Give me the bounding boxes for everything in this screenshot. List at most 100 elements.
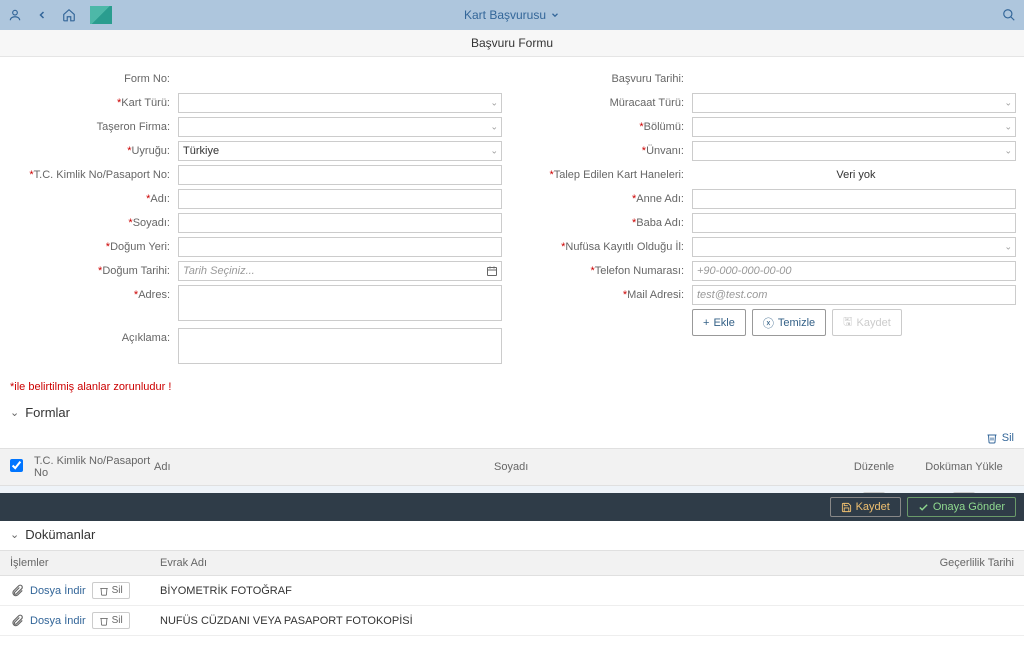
cell-evrak: BİYOMETRİK FOTOĞRAF <box>160 585 894 597</box>
select-all-checkbox[interactable] <box>10 459 23 472</box>
table-row: Dosya İndir Sil NUFÜS CÜZDANI VEYA PASAP… <box>0 606 1024 636</box>
sub-header: Başvuru Formu <box>0 30 1024 57</box>
trash-icon <box>986 432 998 444</box>
chevron-down-icon: ⌄ <box>10 528 19 541</box>
trash-icon <box>99 586 109 596</box>
back-icon[interactable] <box>36 9 48 21</box>
label-kart-turu: *Kart Türü: <box>8 93 178 113</box>
label-soyadi: *Soyadı: <box>8 213 178 233</box>
form-area: Form No: *Kart Türü:⌄ Taşeron Firma:⌄ *U… <box>0 57 1024 377</box>
ekle-button[interactable]: +Ekle <box>692 309 746 336</box>
mandatory-note: *ile belirtilmiş alanlar zorunludur ! <box>0 377 1024 397</box>
page-title-dropdown[interactable]: Kart Başvurusu <box>464 8 560 22</box>
save-icon <box>841 502 852 513</box>
formlar-table-header: T.C. Kimlik No/Pasaport No Adı Soyadı Dü… <box>0 448 1024 486</box>
label-taseron: Taşeron Firma: <box>8 117 178 137</box>
sil-button[interactable]: Sil <box>986 432 1014 444</box>
col-evrak: Evrak Adı <box>160 557 894 569</box>
label-anne: *Anne Adı: <box>522 189 692 209</box>
save-icon: 🖫 <box>843 313 852 332</box>
dogum-yeri-input[interactable] <box>178 237 502 257</box>
label-form-no: Form No: <box>8 69 178 89</box>
formlar-toolbar: Sil <box>0 428 1024 448</box>
talep-value: Veri yok <box>692 165 1016 185</box>
topbar-left <box>8 6 112 24</box>
table-row: Dosya İndir Sil BİYOMETRİK FOTOĞRAF <box>0 576 1024 606</box>
search-icon[interactable] <box>1002 8 1016 22</box>
dosya-indir-link[interactable]: Dosya İndir <box>30 585 86 597</box>
unvani-select[interactable] <box>692 141 1016 161</box>
form-left-column: Form No: *Kart Türü:⌄ Taşeron Firma:⌄ *U… <box>8 69 502 371</box>
dogum-tarihi-input[interactable] <box>178 261 502 281</box>
adres-textarea[interactable] <box>178 285 502 321</box>
label-unvani: *Ünvanı: <box>522 141 692 161</box>
col-soyadi: Soyadı <box>494 461 834 473</box>
chevron-down-icon: ⌄ <box>10 406 19 419</box>
label-adi: *Adı: <box>8 189 178 209</box>
label-basvuru-tarihi: Başvuru Tarihi: <box>522 69 692 89</box>
label-nufus: *Nufüsa Kayıtlı Olduğu İl: <box>522 237 692 257</box>
kart-turu-select[interactable] <box>178 93 502 113</box>
label-telefon: *Telefon Numarası: <box>522 261 692 281</box>
label-baba: *Baba Adı: <box>522 213 692 233</box>
chevron-down-icon <box>550 10 560 20</box>
baba-input[interactable] <box>692 213 1016 233</box>
clear-icon: ⓧ <box>763 315 774 331</box>
temizle-button[interactable]: ⓧTemizle <box>752 309 826 336</box>
cell-evrak: NUFÜS CÜZDANI VEYA PASAPORT FOTOKOPİSİ <box>160 615 894 627</box>
section-dokumanlar-title: Dokümanlar <box>25 527 95 542</box>
form-right-column: Başvuru Tarihi: Müracaat Türü:⌄ *Bölümü:… <box>522 69 1016 371</box>
attachment-icon <box>10 614 24 628</box>
label-mail: *Mail Adresi: <box>522 285 692 305</box>
sil-row-button[interactable]: Sil <box>92 612 130 629</box>
col-tc: T.C. Kimlik No/Pasaport No <box>34 455 154 479</box>
soyadi-input[interactable] <box>178 213 502 233</box>
mail-input[interactable] <box>692 285 1016 305</box>
label-aciklama: Açıklama: <box>8 328 178 348</box>
plus-icon: + <box>703 317 709 329</box>
label-tckimlik: *T.C. Kimlik No/Pasaport No: <box>8 165 178 185</box>
page-title-text: Kart Başvurusu <box>464 8 546 22</box>
label-dogum-tarihi: *Doğum Tarihi: <box>8 261 178 281</box>
attachment-icon <box>10 584 24 598</box>
telefon-input[interactable] <box>692 261 1016 281</box>
section-dokumanlar[interactable]: ⌄ Dokümanlar <box>0 519 1024 550</box>
top-bar: Kart Başvurusu <box>0 0 1024 30</box>
section-formlar-title: Formlar <box>25 405 70 420</box>
tc-input[interactable] <box>178 165 502 185</box>
col-adi: Adı <box>154 461 494 473</box>
label-bolumu: *Bölümü: <box>522 117 692 137</box>
app-logo <box>90 6 112 24</box>
label-muracaat: Müracaat Türü: <box>522 93 692 113</box>
form-button-row: +Ekle ⓧTemizle 🖫Kaydet <box>522 309 1016 336</box>
label-uyrugu: *Uyruğu: <box>8 141 178 161</box>
topbar-right <box>1002 8 1016 22</box>
anne-input[interactable] <box>692 189 1016 209</box>
footer-kaydet-button[interactable]: Kaydet <box>830 497 901 517</box>
col-gecerlilik: Geçerlilik Tarihi <box>894 557 1014 569</box>
footer-onaya-gonder-button[interactable]: Onaya Gönder <box>907 497 1016 517</box>
nufus-select[interactable] <box>692 237 1016 257</box>
uyrugu-select[interactable] <box>178 141 502 161</box>
col-duzenle: Düzenle <box>834 461 914 473</box>
dokumanlar-table-header: İşlemler Evrak Adı Geçerlilik Tarihi <box>0 550 1024 576</box>
dosya-indir-link[interactable]: Dosya İndir <box>30 615 86 627</box>
label-dogum-yeri: *Doğum Yeri: <box>8 237 178 257</box>
sil-row-button[interactable]: Sil <box>92 582 130 599</box>
trash-icon <box>99 616 109 626</box>
adi-input[interactable] <box>178 189 502 209</box>
bolumu-select[interactable] <box>692 117 1016 137</box>
home-icon[interactable] <box>62 8 76 22</box>
col-dokuman: Doküman Yükle <box>914 461 1014 473</box>
kaydet-button[interactable]: 🖫Kaydet <box>832 309 902 336</box>
muracaat-select[interactable] <box>692 93 1016 113</box>
aciklama-textarea[interactable] <box>178 328 502 364</box>
label-talep: *Talep Edilen Kart Haneleri: <box>522 165 692 185</box>
taseron-select[interactable] <box>178 117 502 137</box>
check-icon <box>918 502 929 513</box>
footer-bar: Kaydet Onaya Gönder <box>0 493 1024 521</box>
col-islemler: İşlemler <box>10 557 160 569</box>
user-icon[interactable] <box>8 8 22 22</box>
label-adres: *Adres: <box>8 285 178 305</box>
section-formlar[interactable]: ⌄ Formlar <box>0 397 1024 428</box>
